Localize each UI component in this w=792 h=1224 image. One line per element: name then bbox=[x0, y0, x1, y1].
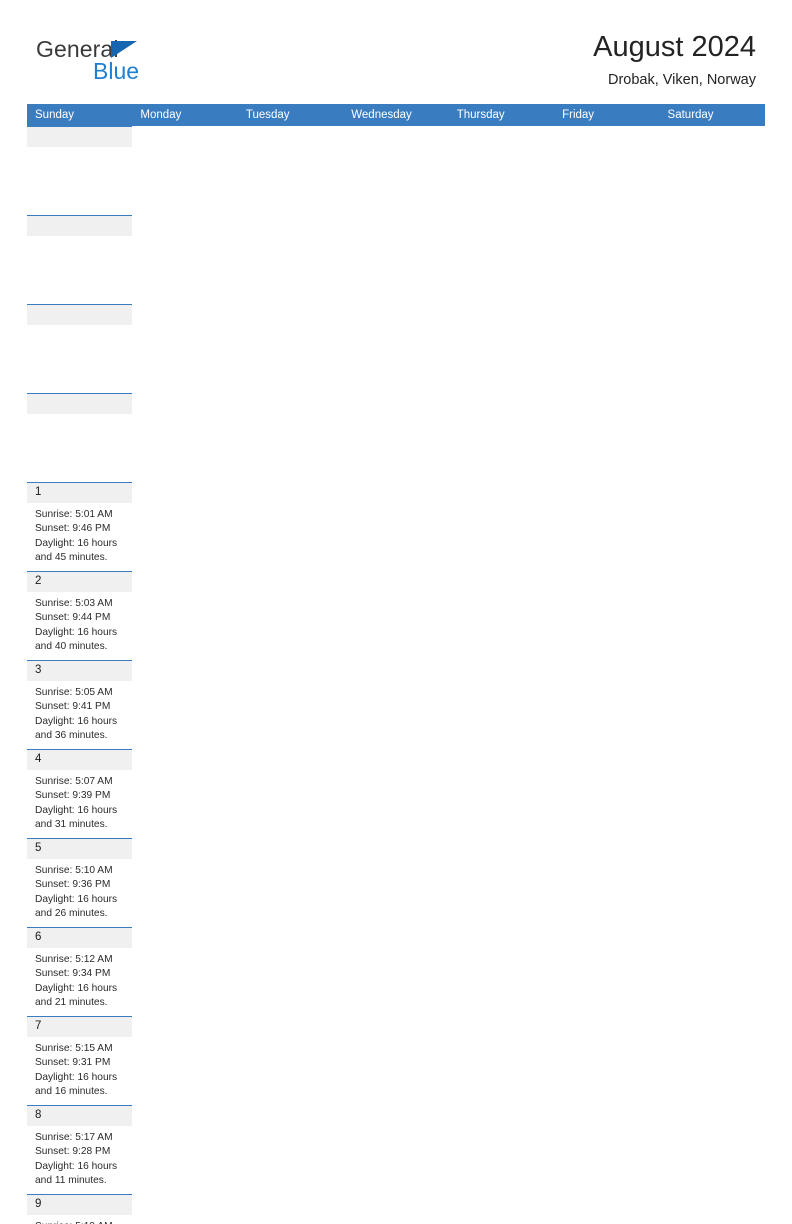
calendar-cell-empty bbox=[27, 393, 133, 482]
day-details: Sunrise: 5:15 AM Sunset: 9:31 PM Daylight:… bbox=[27, 1037, 132, 1100]
sunrise-text: Sunrise: 5:15 AM bbox=[35, 1043, 113, 1054]
daylight-text-line2: and 11 minutes. bbox=[35, 1175, 107, 1187]
daylight-text-line1: Daylight: 16 hours bbox=[35, 1160, 118, 1172]
daylight-text-line1: Daylight: 16 hours bbox=[35, 893, 118, 905]
day-details: Sunrise: 5:07 AM Sunset: 9:39 PM Daylight:… bbox=[27, 770, 132, 833]
daylight-text-line2: and 36 minutes. bbox=[35, 730, 108, 742]
sunrise-text: Sunrise: 5:19 AM bbox=[35, 1220, 126, 1224]
sunrise-text: Sunrise: 5:03 AM bbox=[35, 598, 113, 609]
daylight-text-line1: Daylight: 16 hours bbox=[35, 626, 118, 638]
logo-triangle-icon bbox=[111, 41, 137, 58]
day-details: Sunrise: 5:12 AM Sunset: 9:34 PM Daylight:… bbox=[27, 948, 132, 1011]
sunset-text: Sunset: 9:28 PM bbox=[35, 1146, 111, 1158]
weekday-header-row: Sunday Monday Tuesday Wednesday Thursday Frid… bbox=[27, 104, 765, 126]
calendar-day-cell[interactable]: 7 Sunrise: 5:15 AM Sunset: 9:31 PM Daylight… bbox=[27, 1016, 133, 1105]
daylight-text-line2: and 16 minutes. bbox=[35, 1086, 108, 1098]
day-details: Sunrise: 5:01 AM Sunset: 9:46 PM Daylight:… bbox=[27, 503, 132, 566]
day-details: Sunrise: 5:10 AM Sunset: 9:36 PM Daylight:… bbox=[27, 859, 132, 922]
calendar-body: 1 Sunrise: 5:01 AM Sunset: 9:46 PM Daylight… bbox=[27, 126, 765, 1224]
day-details: Sunrise: 5:05 AM Sunset: 9:41 PM Daylight:… bbox=[27, 681, 132, 744]
day-number: 1 bbox=[27, 483, 133, 503]
day-number: 5 bbox=[27, 839, 133, 859]
logo-text-blue: Blue bbox=[93, 58, 140, 84]
calendar-cell-empty bbox=[27, 126, 133, 215]
calendar-cell-empty bbox=[27, 215, 133, 304]
daylight-text-line1: Daylight: 16 hours bbox=[35, 537, 118, 549]
day-number: 2 bbox=[27, 572, 133, 592]
day-number bbox=[27, 394, 133, 414]
sunset-text: Sunset: 9:46 PM bbox=[35, 523, 111, 535]
weekday-header-saturday: Saturday bbox=[659, 104, 765, 126]
calendar-week-row: 1 Sunrise: 5:01 AM Sunset: 9:46 PM Daylight… bbox=[27, 126, 765, 749]
daylight-text-line2: and 26 minutes. bbox=[35, 908, 108, 920]
sunset-text: Sunset: 9:41 PM bbox=[35, 701, 111, 713]
calendar-day-cell[interactable]: 6 Sunrise: 5:12 AM Sunset: 9:34 PM Daylight… bbox=[27, 927, 133, 1016]
calendar-day-cell[interactable]: 4 Sunrise: 5:07 AM Sunset: 9:39 PM Daylight… bbox=[27, 749, 133, 838]
daylight-text-line1: Daylight: 16 hours bbox=[35, 715, 118, 727]
day-details: Sunrise: 5:03 AM Sunset: 9:44 PM Daylight:… bbox=[27, 592, 132, 655]
sunset-text: Sunset: 9:39 PM bbox=[35, 790, 111, 802]
calendar-day-cell[interactable]: 1 Sunrise: 5:01 AM Sunset: 9:46 PM Daylight… bbox=[27, 482, 133, 571]
calendar-header-row: Sunday Monday Tuesday Wednesday Thursday Frid… bbox=[27, 104, 765, 126]
calendar-day-cell[interactable]: 9Sunrise: 5:19 AMSunset: 9:26 PMDaylight… bbox=[27, 1194, 133, 1224]
sunrise-text: Sunrise: 5:05 AM bbox=[35, 687, 113, 698]
sunrise-text: Sunrise: 5:01 AM bbox=[35, 509, 113, 520]
general-blue-logo[interactable]: General Blue bbox=[36, 36, 186, 86]
day-details: Sunrise: 5:19 AMSunset: 9:26 PMDaylight:… bbox=[27, 1215, 132, 1224]
calendar-day-cell[interactable]: 3 Sunrise: 5:05 AM Sunset: 9:41 PM Daylight… bbox=[27, 660, 133, 749]
day-number: 8 bbox=[27, 1106, 133, 1126]
daylight-text-line1: Daylight: 16 hours bbox=[35, 804, 118, 816]
sunset-text: Sunset: 9:36 PM bbox=[35, 879, 111, 891]
calendar-cell-empty bbox=[27, 304, 133, 393]
title-block: August 2024 Drobak, Viken, Norway bbox=[593, 30, 756, 90]
sunrise-text: Sunrise: 5:17 AM bbox=[35, 1132, 113, 1143]
sunset-text: Sunset: 9:31 PM bbox=[35, 1057, 111, 1069]
daylight-text-line1: Daylight: 16 hours bbox=[35, 982, 118, 994]
calendar-week-row: 4 Sunrise: 5:07 AM Sunset: 9:39 PM Daylight… bbox=[27, 749, 765, 1224]
sunrise-text: Sunrise: 5:07 AM bbox=[35, 776, 113, 787]
sunset-text: Sunset: 9:34 PM bbox=[35, 968, 111, 980]
day-number: 3 bbox=[27, 661, 133, 681]
sunrise-sunset-calendar: Sunday Monday Tuesday Wednesday Thursday Frid… bbox=[27, 104, 765, 1224]
weekday-header-friday: Friday bbox=[554, 104, 660, 126]
page-title: August 2024 bbox=[593, 31, 756, 63]
calendar-page: General Blue August 2024 Drobak, Viken, … bbox=[0, 0, 792, 1224]
daylight-text-line2: and 45 minutes. bbox=[35, 552, 108, 564]
day-number bbox=[27, 305, 133, 325]
calendar-day-cell[interactable]: 8 Sunrise: 5:17 AM Sunset: 9:28 PM Daylight… bbox=[27, 1105, 133, 1194]
day-number: 7 bbox=[27, 1017, 133, 1037]
calendar-day-cell[interactable]: 2 Sunrise: 5:03 AM Sunset: 9:44 PM Daylight… bbox=[27, 571, 133, 660]
daylight-text-line1: Daylight: 16 hours bbox=[35, 1071, 118, 1083]
sunrise-text: Sunrise: 5:10 AM bbox=[35, 865, 113, 876]
page-subtitle-location: Drobak, Viken, Norway bbox=[607, 72, 756, 88]
weekday-header-sunday: Sunday bbox=[27, 104, 133, 126]
weekday-header-tuesday: Tuesday bbox=[237, 104, 344, 126]
day-details: Sunrise: 5:17 AM Sunset: 9:28 PM Daylight:… bbox=[27, 1126, 132, 1189]
weekday-header-thursday: Thursday bbox=[448, 104, 555, 126]
daylight-text-line2: and 31 minutes. bbox=[35, 819, 108, 831]
daylight-text-line2: and 21 minutes. bbox=[35, 997, 108, 1009]
day-number: 4 bbox=[27, 750, 133, 770]
daylight-text-line2: and 40 minutes. bbox=[35, 641, 108, 653]
day-number: 9 bbox=[27, 1195, 133, 1215]
calendar-day-cell[interactable]: 5 Sunrise: 5:10 AM Sunset: 9:36 PM Daylight… bbox=[27, 838, 133, 927]
weekday-header-wednesday: Wednesday bbox=[343, 104, 449, 126]
sunset-text: Sunset: 9:44 PM bbox=[35, 612, 111, 624]
day-number bbox=[27, 127, 133, 147]
day-number: 6 bbox=[27, 928, 133, 948]
page-header: General Blue August 2024 Drobak, Viken, … bbox=[0, 0, 792, 103]
weekday-header-monday: Monday bbox=[132, 104, 238, 126]
day-number bbox=[27, 216, 133, 236]
sunrise-text: Sunrise: 5:12 AM bbox=[35, 954, 113, 965]
